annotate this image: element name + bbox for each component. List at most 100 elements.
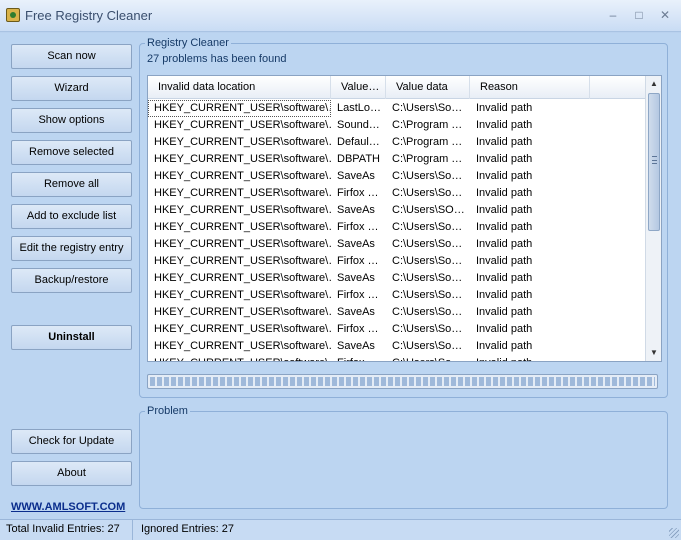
cell-reason: Invalid path (476, 136, 533, 148)
window-title: Free Registry Cleaner (25, 8, 153, 23)
cell-value-name: SaveAs (337, 204, 375, 216)
table-row[interactable]: HKEY_CURRENT_USER\software\… SaveAs C:\Use… (148, 304, 645, 321)
edit-registry-entry-button[interactable]: Edit the registry entry (11, 236, 132, 261)
progress-fill (150, 377, 655, 386)
status-bar: Total Invalid Entries: 27 Ignored Entrie… (0, 519, 681, 540)
scan-now-button[interactable]: Scan now (11, 44, 132, 69)
remove-selected-button[interactable]: Remove selected (11, 140, 132, 165)
cell-location: HKEY_CURRENT_USER\software\… (154, 238, 331, 250)
column-header-reason[interactable]: Reason (470, 76, 590, 99)
cell-value-data: C:\Users\So… (392, 238, 463, 250)
cell-value-data: C:\Program … (392, 119, 463, 131)
remove-all-button[interactable]: Remove all (11, 172, 132, 197)
cell-value-name: SaveAs (337, 238, 375, 250)
cell-reason: Invalid path (476, 340, 533, 352)
check-for-update-button[interactable]: Check for Update (11, 429, 132, 454)
registry-problems-list[interactable]: Invalid data location Value… Value data … (147, 75, 662, 362)
uninstall-button[interactable]: Uninstall (11, 325, 132, 350)
vertical-scrollbar[interactable]: ▲ ▼ (645, 76, 661, 361)
cell-value-name: SaveAs (337, 340, 375, 352)
scan-progress-bar (147, 374, 658, 389)
cell-reason: Invalid path (470, 355, 590, 361)
total-invalid-entries: Total Invalid Entries: 27 (0, 520, 133, 540)
cell-value-data: C:\Users\So… (392, 306, 463, 318)
cell-reason: Invalid path (476, 153, 533, 165)
cell-value-name: SaveAs (337, 170, 375, 182)
column-header-location[interactable]: Invalid data location (148, 76, 331, 99)
cell-reason: Invalid path (476, 255, 533, 267)
minimize-icon[interactable]: – (604, 7, 622, 23)
scroll-down-icon[interactable]: ▼ (649, 348, 659, 358)
title-bar: Free Registry Cleaner – □ ✕ (0, 0, 681, 32)
problem-group-title: Problem (145, 405, 190, 417)
list-rows: HKEY_CURRENT_USER\software\… LastLo… C:\Us… (148, 100, 645, 361)
cell-value-name: DBPATH (337, 153, 380, 165)
table-row[interactable]: HKEY_CURRENT_USER\software\… SaveAs C:\Use… (148, 202, 645, 219)
table-row[interactable]: HKEY_CURRENT_USER\software\…Firfox …C:\U… (148, 321, 645, 338)
cell-location: HKEY_CURRENT_USER\software\… (154, 187, 331, 199)
cell-value-name: Firfox … (337, 187, 379, 199)
wizard-button[interactable]: Wizard (11, 76, 132, 101)
table-row[interactable]: HKEY_CURRENT_USER\software\… SaveAs C:\Use… (148, 270, 645, 287)
cell-reason: Invalid path (476, 119, 533, 131)
cell-value-data: C:\Program … (392, 153, 463, 165)
show-options-button[interactable]: Show options (11, 108, 132, 133)
problems-found-text: 27 problems has been found (147, 53, 287, 65)
app-icon (6, 8, 20, 22)
cell-value-data: C:\Users\So… (392, 289, 463, 301)
cell-value-name: Firfox … (337, 289, 379, 301)
column-header-value-name[interactable]: Value… (331, 76, 386, 99)
cell-location: HKEY_CURRENT_USER\software\… (154, 136, 331, 148)
cell-value-name: Defaul… (337, 136, 380, 148)
cell-value-name: LastLo… (337, 102, 382, 114)
scrollbar-thumb[interactable] (648, 93, 660, 231)
cell-value-data: C:\Program … (392, 136, 463, 148)
table-row[interactable]: HKEY_CURRENT_USER\software\… Sound… C:\Pro… (148, 117, 645, 134)
cell-value-data: C:\Users\So… (392, 340, 463, 352)
cell-reason: Invalid path (476, 238, 533, 250)
table-row[interactable]: HKEY_CURRENT_USER\software\…Firfox …C:\U… (148, 253, 645, 270)
table-row[interactable]: HKEY_CURRENT_USER\software\… SaveAs C:\Use… (148, 168, 645, 185)
registry-cleaner-group-title: Registry Cleaner (145, 37, 231, 49)
cell-value-data: C:\Users\So… (392, 221, 463, 233)
table-row[interactable]: HKEY_CURRENT_USER\software\…Firfox …C:\U… (148, 219, 645, 236)
cell-location: HKEY_CURRENT_USER\software\… (154, 204, 331, 216)
about-button[interactable]: About (11, 461, 132, 486)
cell-location: HKEY_CURRENT_USER\software\… (154, 119, 331, 131)
cell-location: HKEY_CURRENT_USER\software\… (154, 289, 331, 301)
cell-location: HKEY_CURRENT_USER\software\… (148, 100, 331, 117)
cell-reason: Invalid path (476, 289, 533, 301)
table-row[interactable]: HKEY_CURRENT_USER\software\… Firfox … C:\U… (148, 185, 645, 202)
column-header-value-data[interactable]: Value data (386, 76, 470, 99)
cell-location: HKEY_CURRENT_USER\software\… (154, 340, 331, 352)
table-row[interactable]: HKEY_CURRENT_USER\software\… SaveAs C:\Use… (148, 236, 645, 253)
cell-reason: Invalid path (476, 272, 533, 284)
cell-value-data: C:\Users\So… (392, 187, 463, 199)
table-row[interactable]: HKEY_CURRENT_USER\software\… Defaul… C:\Pr… (148, 134, 645, 151)
cell-value-data: C:\Users\So… (392, 272, 463, 284)
table-row[interactable]: HKEY_CURRENT_USER\software\… LastLo… C:\Us… (148, 100, 645, 117)
cell-location: HKEY_CURRENT_USER\software\… (154, 170, 331, 182)
maximize-icon[interactable]: □ (630, 7, 648, 23)
backup-restore-button[interactable]: Backup/restore (11, 268, 132, 293)
table-row[interactable]: HKEY_CURRENT_USER\software\… DBPATH C:\Pro… (148, 151, 645, 168)
cell-location: HKEY_CURRENT_USER\software\… (154, 153, 331, 165)
close-icon[interactable]: ✕ (656, 7, 674, 23)
cell-location: HKEY_CURRENT_USER\software\… (154, 323, 331, 335)
cell-value-data: C:\Users\So… (392, 323, 463, 335)
table-row[interactable]: HKEY_CURRENT_USER\software\… SaveAs C:\Use… (148, 338, 645, 355)
scroll-up-icon[interactable]: ▲ (649, 79, 659, 89)
cell-location: HKEY_CURRENT_USER\software\… (154, 306, 331, 318)
cell-location: HKEY_CURRENT_USER\software\… (148, 355, 331, 361)
table-row[interactable]: HKEY_CURRENT_USER\software\…Firfox …C:\U… (148, 355, 645, 361)
resize-grip-icon[interactable] (669, 528, 679, 538)
cell-value-data: C:\Users\SO… (392, 204, 465, 216)
cell-value-data: C:\Users\So… (386, 355, 470, 361)
table-row[interactable]: HKEY_CURRENT_USER\software\… Firfox … C:\U… (148, 287, 645, 304)
cell-reason: Invalid path (476, 204, 533, 216)
website-link[interactable]: WWW.AMLSOFT.COM (11, 501, 125, 513)
add-to-exclude-list-button[interactable]: Add to exclude list (11, 204, 132, 229)
problem-group (139, 411, 668, 509)
cell-value-name: Firfox … (331, 355, 386, 361)
cell-value-name: Sound… (337, 119, 380, 131)
